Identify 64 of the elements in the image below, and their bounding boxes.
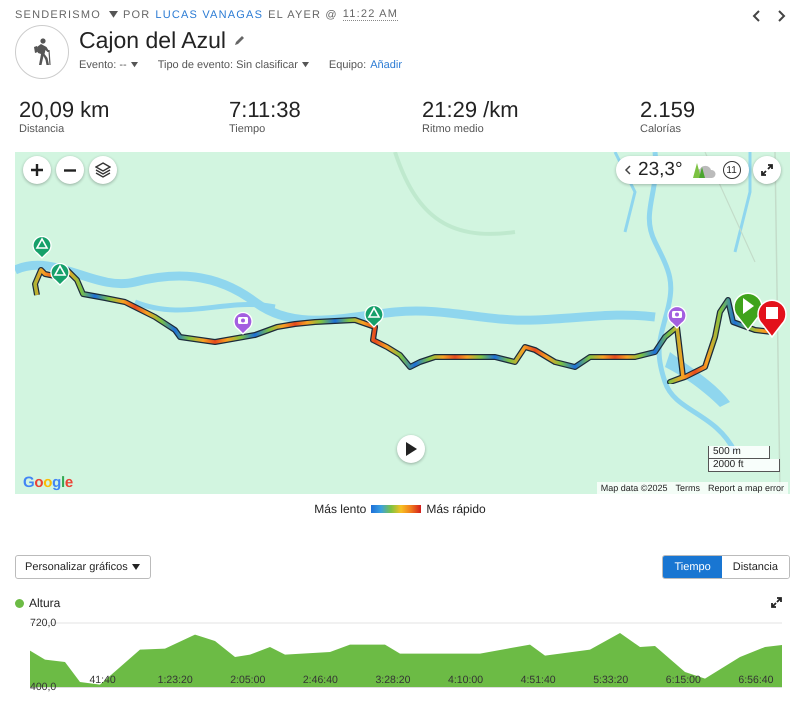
stat-value: 20,09 km <box>19 97 110 123</box>
activity-type-dropdown[interactable]: SENDERISMO <box>15 8 118 20</box>
map-link[interactable]: Terms <box>671 482 704 494</box>
author-link[interactable]: LUCAS VANAGAS <box>155 8 264 20</box>
series-label: Altura <box>29 596 60 610</box>
caret-icon <box>302 62 309 68</box>
expand-icon <box>761 164 773 176</box>
hiker-icon <box>31 38 53 66</box>
scale-bar: 500 m <box>708 446 770 459</box>
next-icon[interactable] <box>778 10 786 22</box>
expand-icon[interactable] <box>771 597 782 608</box>
stat-value: 7:11:38 <box>229 97 301 123</box>
wind-speed: 11 <box>722 161 741 179</box>
speed-gradient-bar <box>371 505 422 513</box>
scale-bar: 2000 ft <box>708 459 780 472</box>
campsite-marker-icon[interactable] <box>32 234 52 259</box>
axis-tick-label: 4:10:00 <box>448 674 484 686</box>
stat-value: 2.159 <box>640 97 696 123</box>
axis-tick-label: 2:05:00 <box>230 674 266 686</box>
axis-tick-label: 720,0 <box>30 617 56 629</box>
end-marker-icon[interactable] <box>757 298 787 338</box>
collapse-icon[interactable] <box>624 165 631 175</box>
stat-label: Ritmo medio <box>422 123 484 135</box>
customize-charts-button[interactable]: Personalizar gráficos <box>15 555 151 579</box>
series-dot <box>15 598 24 608</box>
minus-icon <box>64 168 76 172</box>
stat-label: Calorías <box>640 123 681 135</box>
axis-tick-label: 2:46:40 <box>302 674 338 686</box>
event-field-dropdown[interactable]: Evento: -- <box>79 59 138 71</box>
by-label: POR <box>122 8 150 20</box>
previous-icon[interactable] <box>752 10 760 22</box>
date-label: EL AYER @ <box>268 8 338 20</box>
play-icon <box>405 442 417 456</box>
caret-icon <box>108 11 118 18</box>
campsite-marker-icon[interactable] <box>364 303 384 328</box>
layers-icon <box>95 162 111 178</box>
legend-label: Más rápido <box>426 502 486 516</box>
axis-tick-label: 3:28:20 <box>375 674 410 686</box>
axis-tick-label: 6:15:00 <box>666 674 701 686</box>
map-logo: Google <box>23 474 73 491</box>
legend-label: Más lento <box>314 502 366 516</box>
stat-label: Distancia <box>19 123 64 135</box>
camera-marker-icon[interactable] <box>233 310 253 335</box>
caret-icon <box>132 564 140 570</box>
add-link[interactable]: Añadir <box>370 59 402 71</box>
axis-tick-label: 6:56:40 <box>738 674 774 686</box>
axis-toggle-tab[interactable]: Tiempo <box>663 556 722 578</box>
camera-marker-icon[interactable] <box>667 304 687 329</box>
temperature: 23,3° <box>638 159 683 181</box>
axis-tick-label: 5:33:20 <box>593 674 628 686</box>
activity-title: Cajon del Azul <box>79 26 226 55</box>
plus-icon <box>31 164 43 176</box>
time-label: 11:22 AM <box>342 8 398 21</box>
axis-tick-label: 1:23:20 <box>158 674 193 686</box>
campsite-marker-icon[interactable] <box>50 261 70 286</box>
map-attribution: Map data ©2025 <box>600 482 668 494</box>
event-field-dropdown[interactable]: Tipo de evento: Sin clasificar <box>158 59 309 71</box>
stat-value: 21:29 /km <box>422 97 519 123</box>
caret-icon <box>130 62 138 68</box>
map-link[interactable]: Report a map error <box>704 482 788 494</box>
stat-label: Tiempo <box>229 123 266 135</box>
edit-icon[interactable] <box>234 34 246 46</box>
field-label: Equipo: <box>328 59 366 71</box>
axis-tick-label: 4:51:40 <box>520 674 556 686</box>
